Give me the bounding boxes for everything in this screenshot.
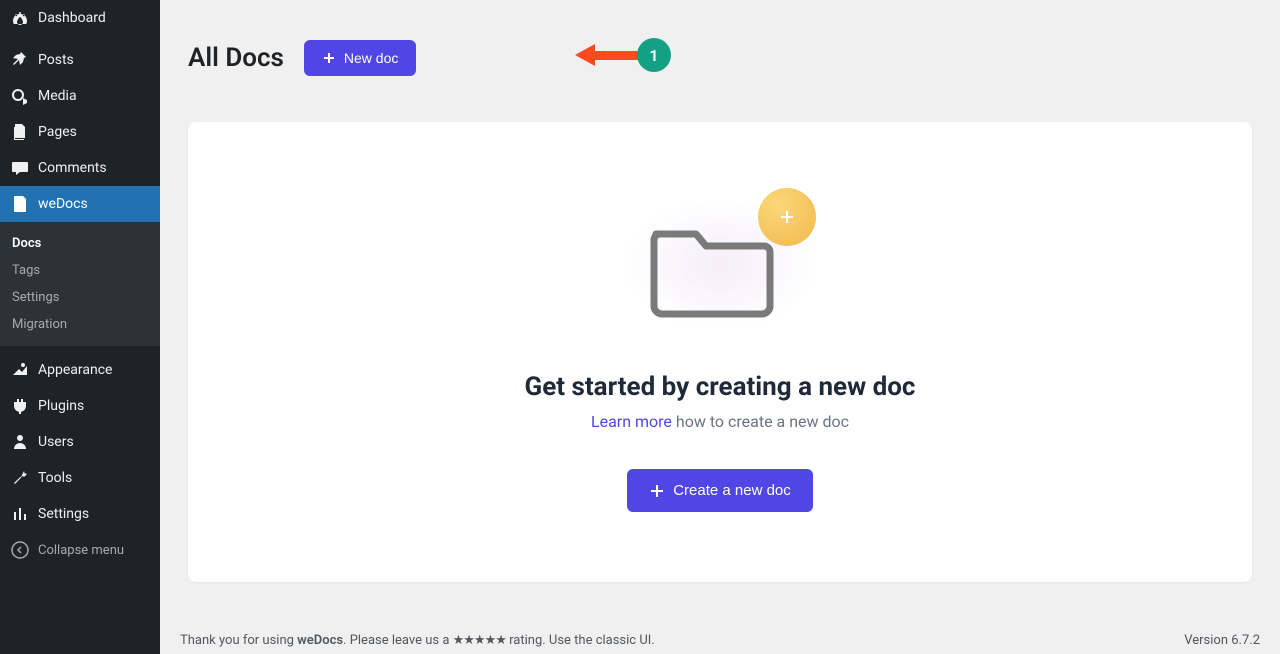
sidebar-item-wedocs[interactable]: weDocs [0,186,160,222]
sidebar-item-dashboard[interactable]: Dashboard [0,0,160,36]
wedocs-icon [10,194,30,214]
star-rating-icon[interactable]: ★★★★★ [453,633,506,648]
sidebar-item-label: weDocs [38,196,88,212]
footer-thanks: Thank you for using weDocs. Please leave… [180,633,655,648]
page-header: All Docs New doc [188,40,1252,76]
collapse-label: Collapse menu [38,543,124,558]
comments-icon [10,158,30,178]
dashboard-icon [10,8,30,28]
empty-illustration [620,182,820,342]
annotation-badge: 1 [637,38,671,72]
folder-icon [648,216,778,326]
sidebar-item-label: Posts [38,52,74,68]
admin-footer: Thank you for using weDocs. Please leave… [180,633,1260,648]
empty-subline: Learn more how to create a new doc [228,412,1212,431]
submenu-item-settings[interactable]: Settings [0,284,160,311]
media-icon [10,86,30,106]
settings-icon [10,504,30,524]
sidebar-item-tools[interactable]: Tools [0,460,160,496]
arrow-head-icon [575,44,595,66]
sidebar-item-settings[interactable]: Settings [0,496,160,532]
sidebar-item-label: Tools [38,470,72,486]
collapse-icon [10,540,30,560]
page-title: All Docs [188,43,284,73]
sidebar-item-label: Settings [38,506,89,522]
sidebar-item-label: Users [38,434,74,450]
plus-icon [649,483,665,499]
sidebar-item-label: Dashboard [38,10,106,26]
plugins-icon [10,396,30,416]
submenu-item-tags[interactable]: Tags [0,257,160,284]
sidebar-item-posts[interactable]: Posts [0,42,160,78]
plus-badge-icon [758,188,816,246]
sidebar-item-pages[interactable]: Pages [0,114,160,150]
learn-more-link[interactable]: Learn more [591,412,672,431]
subline-rest: how to create a new doc [672,412,849,431]
plus-icon [322,51,336,65]
admin-sidebar: Dashboard Posts Media Pages Comments weD… [0,0,160,654]
collapse-menu[interactable]: Collapse menu [0,532,160,568]
new-doc-label: New doc [344,50,398,66]
sidebar-item-label: Media [38,88,77,104]
sidebar-item-label: Pages [38,124,77,140]
pages-icon [10,122,30,142]
sidebar-item-label: Plugins [38,398,84,414]
sidebar-item-label: Appearance [38,362,112,378]
empty-state-card: Get started by creating a new doc Learn … [188,122,1252,582]
arrow-shaft [595,51,639,60]
create-doc-label: Create a new doc [673,482,791,499]
users-icon [10,432,30,452]
create-doc-button[interactable]: Create a new doc [627,469,813,512]
sidebar-item-plugins[interactable]: Plugins [0,388,160,424]
sidebar-item-users[interactable]: Users [0,424,160,460]
empty-headline: Get started by creating a new doc [228,372,1212,402]
footer-version: Version 6.7.2 [1184,633,1260,648]
pin-icon [10,50,30,70]
submenu-item-migration[interactable]: Migration [0,311,160,338]
appearance-icon [10,360,30,380]
tools-icon [10,468,30,488]
sidebar-item-media[interactable]: Media [0,78,160,114]
annotation-arrow: 1 [575,38,671,72]
submenu-item-docs[interactable]: Docs [0,230,160,257]
wedocs-submenu: Docs Tags Settings Migration [0,222,160,346]
new-doc-button[interactable]: New doc [304,40,416,76]
sidebar-item-comments[interactable]: Comments [0,150,160,186]
sidebar-item-label: Comments [38,160,107,176]
sidebar-item-appearance[interactable]: Appearance [0,352,160,388]
footer-brand: weDocs [297,633,343,648]
main-content: All Docs New doc 1 Get started by creati… [160,0,1280,654]
